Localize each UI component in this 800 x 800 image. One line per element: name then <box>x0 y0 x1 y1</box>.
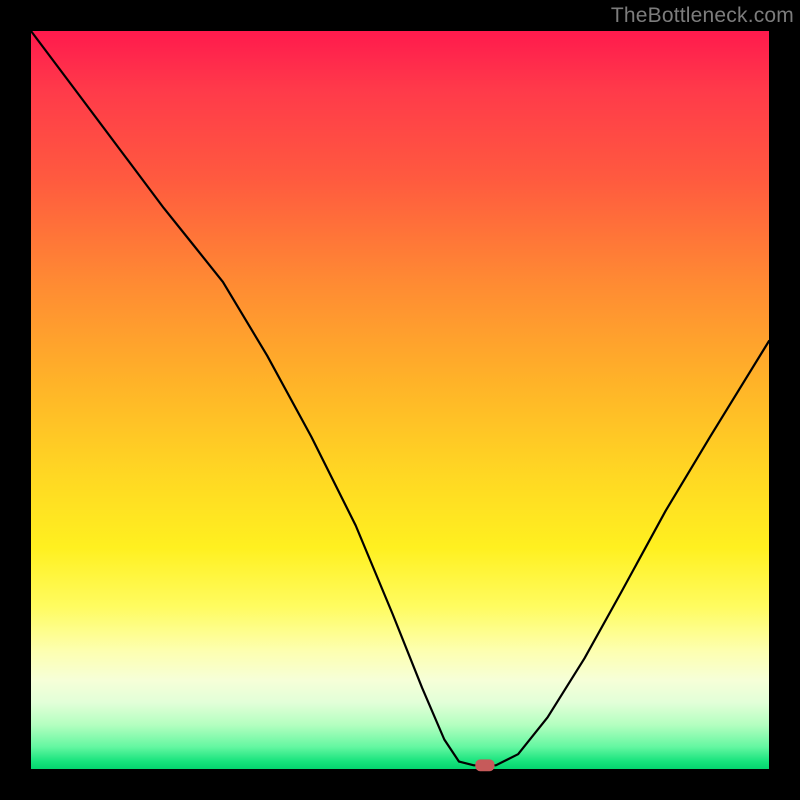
bottleneck-curve <box>31 31 769 765</box>
bottleneck-marker <box>475 759 494 771</box>
watermark-text: TheBottleneck.com <box>611 4 794 28</box>
chart-frame: TheBottleneck.com <box>0 0 800 800</box>
chart-svg <box>31 31 769 769</box>
plot-area <box>31 31 769 769</box>
